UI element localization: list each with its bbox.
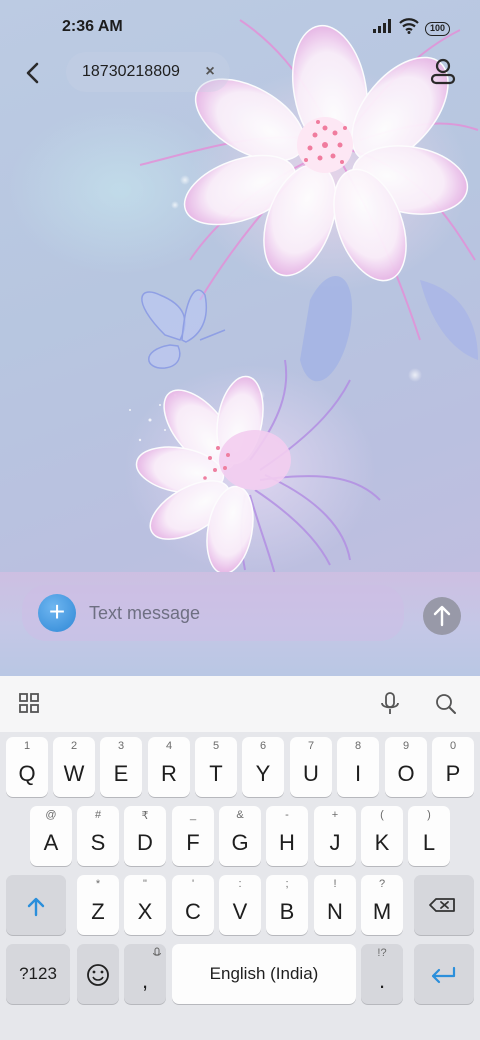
key-m[interactable]: ? M xyxy=(361,875,403,935)
key-s[interactable]: # S xyxy=(77,806,119,866)
microphone-small-icon xyxy=(153,947,161,956)
grid-icon[interactable] xyxy=(16,690,44,718)
key-d[interactable]: ₹ D xyxy=(124,806,166,866)
shift-key[interactable] xyxy=(6,875,66,935)
send-button[interactable] xyxy=(423,597,461,635)
arrow-up-icon xyxy=(433,605,451,627)
key-o[interactable]: 9O xyxy=(385,737,427,797)
period-key[interactable]: !? . xyxy=(361,944,403,1004)
backspace-icon xyxy=(429,898,455,912)
emoji-key[interactable] xyxy=(77,944,119,1004)
back-button[interactable] xyxy=(18,58,48,88)
key-g[interactable]: & G xyxy=(219,806,261,866)
symbols-key[interactable]: ?123 xyxy=(6,944,70,1004)
signal-icon xyxy=(372,19,393,38)
space-bar[interactable]: English (India) xyxy=(172,944,356,1004)
comma-key[interactable]: , xyxy=(124,944,166,1004)
key-p[interactable]: 0P xyxy=(432,737,474,797)
status-icons: 100 xyxy=(372,18,450,39)
message-input[interactable]: + Text message xyxy=(22,585,404,641)
status-bar: 2:36 AM 100 xyxy=(0,0,480,56)
battery-icon: 100 xyxy=(424,21,450,36)
key-x[interactable]: " X xyxy=(124,875,166,935)
microphone-icon[interactable] xyxy=(376,690,404,718)
key-b[interactable]: ; B xyxy=(266,875,308,935)
key-v[interactable]: :V xyxy=(219,875,261,935)
recipient-number: 18730218809 xyxy=(82,63,180,80)
key-e[interactable]: 3E xyxy=(100,737,142,797)
keyboard-toolbar xyxy=(0,676,480,732)
key-k[interactable]: (K xyxy=(361,806,403,866)
key-h[interactable]: -H xyxy=(266,806,308,866)
message-placeholder: Text message xyxy=(89,603,201,623)
key-l[interactable]: ) L xyxy=(408,806,450,866)
key-q[interactable]: 1Q xyxy=(6,737,48,797)
key-n[interactable]: ! N xyxy=(314,875,356,935)
key-i[interactable]: 8I xyxy=(337,737,379,797)
shift-arrow-icon xyxy=(27,897,45,917)
chevron-left-icon xyxy=(26,62,39,84)
contact-button[interactable] xyxy=(428,56,458,86)
keyboard: 1Q 2W 3E 4R 5T 6Y 7U 8I 9O 0P @ A # S ₹ D _… xyxy=(0,676,480,1040)
key-y[interactable]: 6Y xyxy=(242,737,284,797)
key-u[interactable]: 7U xyxy=(290,737,332,797)
enter-key[interactable] xyxy=(414,944,474,1004)
key-z[interactable]: * Z xyxy=(77,875,119,935)
wifi-icon xyxy=(399,18,419,39)
key-c[interactable]: ' C xyxy=(172,875,214,935)
status-time: 2:36 AM xyxy=(62,18,123,35)
key-j[interactable]: + J xyxy=(314,806,356,866)
smiley-icon xyxy=(87,964,109,986)
key-f[interactable]: _ F xyxy=(172,806,214,866)
key-w[interactable]: 2W xyxy=(53,737,95,797)
key-r[interactable]: 4R xyxy=(148,737,190,797)
key-t[interactable]: 5T xyxy=(195,737,237,797)
key-a[interactable]: @ A xyxy=(30,806,72,866)
add-attachment-button[interactable]: + xyxy=(38,594,76,632)
backspace-key[interactable] xyxy=(414,875,474,935)
clear-recipient-button[interactable]: × xyxy=(200,62,220,82)
enter-arrow-icon xyxy=(431,966,456,984)
compose-bar: + Text message xyxy=(0,572,480,676)
recipient-field[interactable]: 18730218809 × xyxy=(66,52,230,92)
search-icon[interactable] xyxy=(432,690,460,718)
person-icon xyxy=(430,58,456,85)
